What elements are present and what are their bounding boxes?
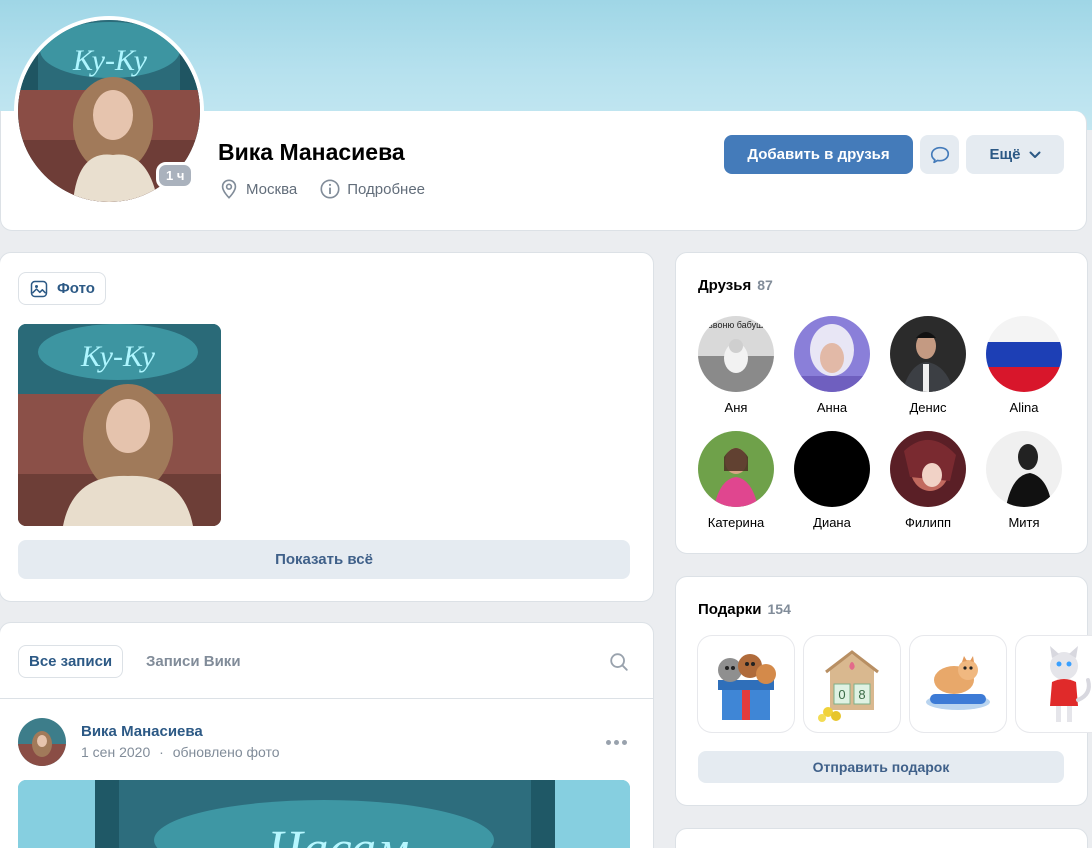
friend-avatar: [986, 431, 1062, 507]
svg-text:Ку-Ку: Ку-Ку: [72, 44, 148, 77]
svg-text:Ку-Ку: Ку-Ку: [80, 340, 156, 373]
message-button[interactable]: [920, 135, 959, 174]
location-pin-icon: [221, 179, 237, 199]
post-author-name[interactable]: Вика Манасиева: [81, 723, 203, 740]
friend-item[interactable]: Денис: [880, 316, 976, 415]
gift-item[interactable]: [910, 636, 1006, 732]
post-meta: 1 сен 2020 · обновлено фото: [81, 744, 280, 760]
photo-thumbnail[interactable]: Ку-Ку: [18, 324, 221, 526]
add-friend-button[interactable]: Добавить в друзья: [724, 135, 913, 174]
friend-name: Аня: [724, 400, 748, 415]
photos-card: Фото Ку-Ку Показать всё: [0, 252, 654, 602]
photos-tab-label: Фото: [57, 280, 95, 297]
friends-title[interactable]: Друзья 87: [698, 277, 773, 294]
svg-text:звоню бабуш: звоню бабуш: [709, 320, 764, 330]
friend-item[interactable]: Анна: [784, 316, 880, 415]
friend-item[interactable]: Филипп: [880, 431, 976, 530]
svg-text:8: 8: [858, 687, 865, 702]
send-gift-button[interactable]: Отправить подарок: [698, 751, 1064, 783]
profile-city[interactable]: Москва: [246, 181, 297, 198]
info-icon: [320, 179, 340, 199]
friend-item[interactable]: Диана: [784, 431, 880, 530]
friend-name: Катерина: [707, 515, 765, 530]
chevron-down-icon: [1029, 151, 1040, 158]
more-actions-label: Ещё: [989, 146, 1021, 163]
friend-avatar: звоню бабуш: [698, 316, 774, 392]
wall-divider: [0, 698, 653, 699]
tab-own-posts[interactable]: Записи Вики: [146, 645, 241, 678]
gift-item[interactable]: [698, 636, 794, 732]
post-image-graphic: Часам: [18, 780, 630, 848]
gift-calendar-image: 0 8: [818, 650, 879, 722]
friend-avatar: [890, 316, 966, 392]
friend-name: Диана: [813, 515, 851, 530]
friends-count: 87: [757, 277, 773, 293]
more-actions-button[interactable]: Ещё: [966, 135, 1064, 174]
post-options-icon[interactable]: [606, 740, 627, 745]
photos-tab[interactable]: Фото: [18, 272, 106, 305]
post-avatar-image: [18, 718, 66, 766]
gift-cat-badge-image: [926, 656, 990, 710]
friend-name: Alina: [1009, 400, 1039, 415]
svg-text:Часам: Часам: [267, 821, 410, 848]
message-icon: [930, 146, 949, 163]
friend-name: Филипп: [904, 515, 952, 530]
friend-avatar: [986, 316, 1062, 392]
post-author-avatar[interactable]: [18, 718, 66, 766]
friend-avatar: [890, 431, 966, 507]
more-info-link[interactable]: Подробнее: [347, 181, 425, 198]
friend-avatar: [794, 316, 870, 392]
gifts-title[interactable]: Подарки 154: [698, 601, 791, 618]
wall-card: Все записи Записи Вики Вика Манасиева 1 …: [0, 622, 654, 848]
friend-item[interactable]: Митя: [976, 431, 1072, 530]
gift-cat-girl-image: [1050, 646, 1091, 722]
photo-icon: [30, 280, 48, 297]
profile-name: Вика Манасиева: [218, 139, 405, 165]
post-date[interactable]: 1 сен 2020: [81, 744, 150, 760]
online-status-badge: 1 ч: [156, 162, 195, 189]
next-block-card: [675, 828, 1088, 848]
friend-item[interactable]: звоню бабуш Аня: [688, 316, 784, 415]
gift-cats-box-image: [718, 654, 776, 720]
friends-card: Друзья 87 звоню бабуш Аня Анна Денис Alin…: [675, 252, 1088, 554]
gifts-count: 154: [767, 601, 791, 617]
friend-name: Анна: [816, 400, 848, 415]
show-all-photos-button[interactable]: Показать всё: [18, 540, 630, 579]
gift-item[interactable]: [1016, 636, 1092, 732]
friend-name: Митя: [1008, 515, 1040, 530]
friend-item[interactable]: Alina: [976, 316, 1072, 415]
photo-image: Ку-Ку: [18, 324, 221, 526]
profile-meta: Москва Подробнее: [218, 178, 425, 200]
svg-text:0: 0: [838, 687, 845, 702]
search-icon[interactable]: [608, 651, 630, 673]
friend-avatar: [794, 431, 870, 507]
friend-avatar: [698, 431, 774, 507]
post-image[interactable]: Часам: [18, 780, 630, 848]
gifts-title-label: Подарки: [698, 601, 762, 618]
gifts-card: Подарки 154 0 8 Отправить подарок: [675, 576, 1092, 806]
post-action: обновлено фото: [172, 744, 280, 760]
tab-all-posts[interactable]: Все записи: [18, 645, 124, 678]
friends-title-label: Друзья: [698, 277, 752, 294]
friend-name: Денис: [909, 400, 947, 415]
gift-item[interactable]: 0 8: [804, 636, 900, 732]
post-meta-separator: ·: [159, 744, 164, 760]
friend-item[interactable]: Катерина: [688, 431, 784, 530]
